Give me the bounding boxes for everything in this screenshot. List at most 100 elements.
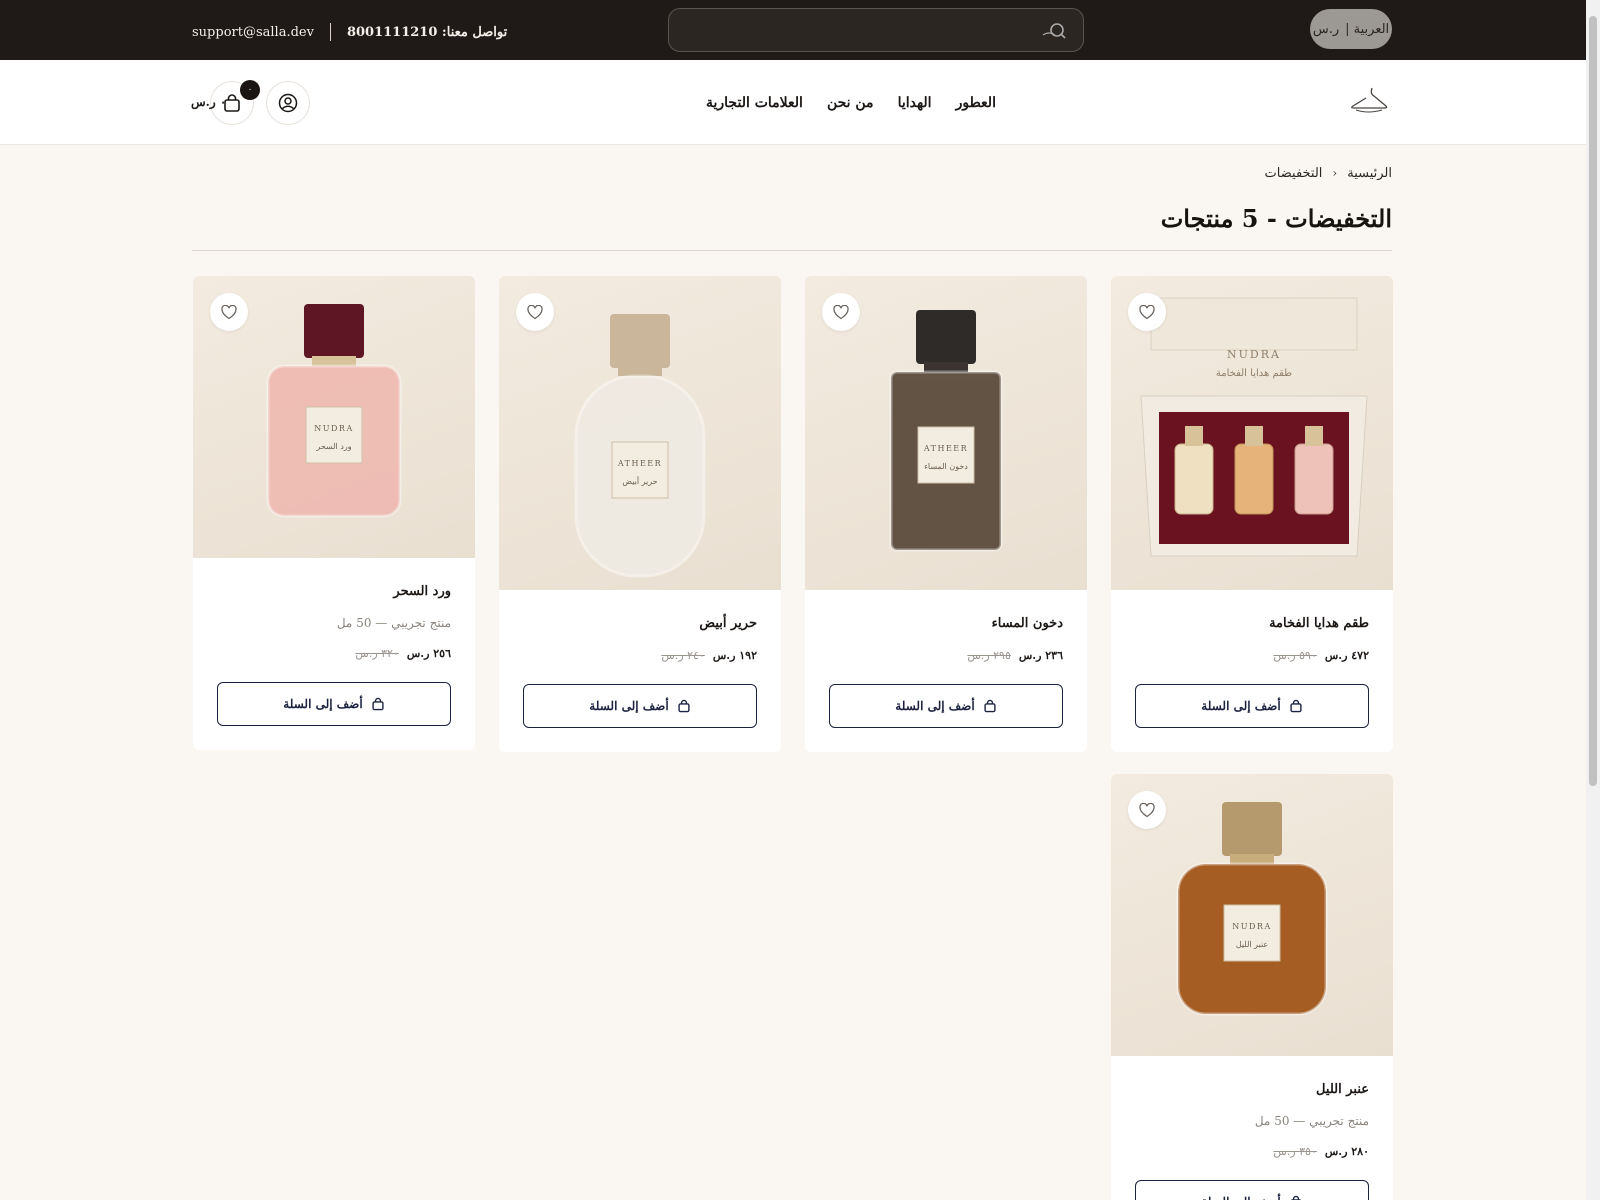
- product-name[interactable]: عنبر الليل: [1135, 1082, 1369, 1100]
- svg-text:NUDRA: NUDRA: [314, 424, 353, 433]
- add-to-cart-label: أضف إلى السلة: [283, 697, 363, 711]
- original-price: ٥٩٠ ر.س: [1273, 648, 1317, 662]
- product-info: حرير أبيض ١٩٢ ر.س ٢٤٠ ر.س أضف إلى السلة: [499, 616, 781, 728]
- product-card[interactable]: ATHEER حرير أبيض حرير أبيض ١٩٢ ر.س ٢٤٠ ر…: [499, 276, 781, 752]
- shopping-bag-icon: [372, 697, 384, 711]
- wishlist-button[interactable]: [1128, 293, 1166, 331]
- add-to-cart-button[interactable]: أضف إلى السلة: [829, 684, 1063, 728]
- product-name[interactable]: ورد السحر: [217, 584, 451, 602]
- svg-text:ATHEER: ATHEER: [617, 459, 662, 468]
- top-bar: العربية | ر.س support@salla.dev تواصل مع…: [0, 0, 1586, 60]
- add-to-cart-button[interactable]: أضف إلى السلة: [1135, 1180, 1369, 1200]
- original-price: ٢٤٠ ر.س: [661, 648, 705, 662]
- chevron-left-icon: ‹: [1332, 166, 1338, 180]
- nav-item-perfumes[interactable]: العطور: [956, 95, 996, 111]
- product-name[interactable]: حرير أبيض: [523, 616, 757, 634]
- product-price: ٢٥٦ ر.س ٣٢٠ ر.س: [217, 646, 451, 660]
- product-info: دخون المساء ٢٣٦ ر.س ٢٩٥ ر.س أضف إلى السل…: [805, 616, 1087, 728]
- cart-total: ٠ ر.س: [191, 95, 227, 109]
- product-price: ٤٧٢ ر.س ٥٩٠ ر.س: [1135, 648, 1369, 662]
- add-to-cart-button[interactable]: أضف إلى السلة: [1135, 684, 1369, 728]
- add-to-cart-label: أضف إلى السلة: [895, 699, 975, 713]
- nav-item-brands[interactable]: العلامات التجارية: [706, 95, 803, 111]
- sale-price: ٤٧٢ ر.س: [1324, 648, 1369, 662]
- sale-price: ١٩٢ ر.س: [712, 648, 757, 662]
- breadcrumb-current: التخفيضات: [1264, 166, 1323, 181]
- product-image[interactable]: NUDRA طقم هدايا الفخامة: [1111, 276, 1393, 590]
- product-image[interactable]: NUDRA ورد السحر: [193, 276, 475, 558]
- currency-symbol: ر.س: [1312, 21, 1340, 37]
- shopping-bag-icon: [1290, 1195, 1301, 1200]
- product-info: طقم هدايا الفخامة ٤٧٢ ر.س ٥٩٠ ر.س أضف إل…: [1111, 616, 1393, 728]
- language-currency-button[interactable]: العربية | ر.س: [1310, 9, 1392, 49]
- sale-price: ٢٨٠ ر.س: [1324, 1144, 1369, 1158]
- sale-price: ٢٣٦ ر.س: [1018, 648, 1063, 662]
- heart-icon: [1139, 304, 1155, 319]
- heart-icon: [527, 304, 543, 319]
- product-price: ٢٣٦ ر.س ٢٩٥ ر.س: [829, 648, 1063, 662]
- product-card[interactable]: NUDRA عنبر الليل عنبر الليل منتج تجريبي …: [1111, 774, 1393, 1200]
- product-subtitle: منتج تجريبي — 50 مل: [1254, 1114, 1369, 1128]
- product-name[interactable]: دخون المساء: [829, 616, 1063, 634]
- product-info: عنبر الليل منتج تجريبي — 50 مل ٢٨٠ ر.س ٣…: [1111, 1082, 1393, 1200]
- language-label: العربية |: [1345, 21, 1390, 37]
- wishlist-button[interactable]: [822, 293, 860, 331]
- heart-icon: [221, 304, 237, 319]
- product-image[interactable]: ATHEER دخون المساء: [805, 276, 1087, 590]
- product-name[interactable]: طقم هدايا الفخامة: [1135, 616, 1369, 634]
- page-title: التخفيضات - 5 منتجات: [1160, 204, 1392, 233]
- product-card[interactable]: NUDRA ورد السحر ورد السحر منتج تجريبي — …: [193, 276, 475, 750]
- product-subtitle: منتج تجريبي — 50 مل: [336, 616, 451, 630]
- product-card[interactable]: ATHEER دخون المساء دخون المساء ٢٣٦ ر.س ٢…: [805, 276, 1087, 752]
- cart-count-badge: ٠: [240, 80, 260, 100]
- product-image[interactable]: NUDRA عنبر الليل: [1111, 774, 1393, 1056]
- shopping-bag-icon: [984, 699, 996, 713]
- svg-text:عنبر الليل: عنبر الليل: [1236, 940, 1268, 949]
- heart-icon: [833, 304, 849, 319]
- original-price: ٣٢٠ ر.س: [355, 646, 399, 660]
- nav-item-about[interactable]: من نحن: [827, 95, 874, 111]
- wishlist-button[interactable]: [516, 293, 554, 331]
- store-logo[interactable]: [1348, 84, 1390, 120]
- product-price: ١٩٢ ر.س ٢٤٠ ر.س: [523, 648, 757, 662]
- add-to-cart-label: أضف إلى السلة: [1201, 699, 1281, 713]
- shopping-bag-icon: [678, 699, 690, 713]
- heart-icon: [1139, 802, 1155, 817]
- contact-divider: [329, 23, 331, 41]
- svg-text:طقم هدايا الفخامة: طقم هدايا الفخامة: [1216, 368, 1292, 379]
- title-divider: [192, 250, 1392, 251]
- product-image[interactable]: ATHEER حرير أبيض: [499, 276, 781, 590]
- wishlist-button[interactable]: [210, 293, 248, 331]
- product-info: ورد السحر منتج تجريبي — 50 مل ٢٥٦ ر.س ٣٢…: [193, 584, 475, 726]
- sale-price: ٢٥٦ ر.س: [406, 646, 451, 660]
- breadcrumb: الرئيسية ‹ التخفيضات: [1265, 166, 1392, 181]
- contact-info: support@salla.dev تواصل معنا: 8001111210: [192, 20, 507, 44]
- svg-text:NUDRA: NUDRA: [1232, 922, 1271, 931]
- svg-text:دخون المساء: دخون المساء: [924, 462, 968, 471]
- breadcrumb-home[interactable]: الرئيسية: [1347, 166, 1392, 181]
- svg-text:ورد السحر: ورد السحر: [315, 442, 351, 451]
- original-price: ٢٩٥ ر.س: [967, 648, 1011, 662]
- search-box[interactable]: [668, 8, 1084, 52]
- svg-text:حرير أبيض: حرير أبيض: [622, 475, 657, 486]
- svg-text:NUDRA: NUDRA: [1227, 348, 1281, 361]
- add-to-cart-label: أضف إلى السلة: [589, 699, 669, 713]
- main-header: العطور الهدايا من نحن العلامات التجارية: [0, 60, 1586, 145]
- add-to-cart-button[interactable]: أضف إلى السلة: [217, 682, 451, 726]
- product-price: ٢٨٠ ر.س ٣٥٠ ر.س: [1135, 1144, 1369, 1158]
- product-card[interactable]: NUDRA طقم هدايا الفخامة طقم هدايا الفخام…: [1111, 276, 1393, 752]
- scrollbar-thumb[interactable]: [1589, 16, 1597, 786]
- support-email[interactable]: support@salla.dev: [192, 25, 314, 40]
- wishlist-button[interactable]: [1128, 791, 1166, 829]
- original-price: ٣٥٠ ر.س: [1273, 1144, 1317, 1158]
- search-icon[interactable]: [1041, 21, 1069, 41]
- support-phone[interactable]: تواصل معنا: 8001111210: [347, 25, 507, 40]
- scrollbar[interactable]: [1586, 0, 1600, 1200]
- account-button[interactable]: [266, 81, 310, 125]
- main-nav: العطور الهدايا من نحن العلامات التجارية: [706, 60, 996, 145]
- svg-text:ATHEER: ATHEER: [923, 444, 968, 453]
- shopping-bag-icon: [1290, 699, 1302, 713]
- add-to-cart-button[interactable]: أضف إلى السلة: [523, 684, 757, 728]
- search-input[interactable]: [683, 9, 1013, 51]
- nav-item-gifts[interactable]: الهدايا: [898, 95, 932, 111]
